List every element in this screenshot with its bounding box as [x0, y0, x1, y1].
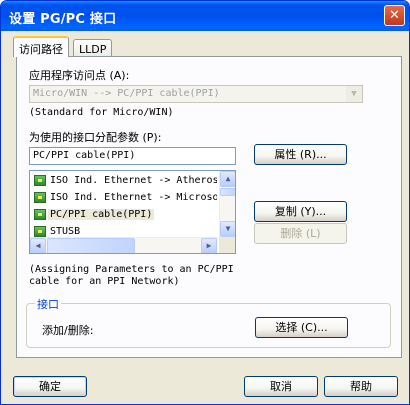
tab-access-path-label: 访问路径 [19, 43, 63, 56]
ok-button-label: 确定 [39, 380, 61, 393]
delete-button[interactable]: 删除 (L) [254, 223, 347, 244]
access-point-description: (Standard for Micro/WIN) [29, 107, 174, 118]
window-title: 设置 PG/PC 接口 [9, 12, 117, 27]
cancel-button-label: 取消 [270, 380, 292, 393]
list-item[interactable]: ISO Ind. Ethernet -> Microsoft [32, 190, 217, 206]
tab-lldp-label: LLDP [79, 43, 107, 56]
list-item-label: PC/PPI cable(PPI) [48, 209, 155, 220]
title-bar[interactable]: 设置 PG/PC 接口 ✕ [1, 1, 409, 31]
interface-card-icon [34, 192, 46, 203]
access-path-panel: 应用程序访问点 (A): Micro/WIN --> PC/PPI cable(… [16, 56, 402, 358]
scroll-up-button[interactable]: ▲ [220, 171, 235, 187]
interface-group-title: 接口 [35, 296, 61, 312]
add-remove-label: 添加/删除: [42, 324, 94, 337]
ok-button[interactable]: 确定 [13, 376, 87, 397]
properties-button[interactable]: 属性 (R)... [254, 144, 347, 165]
access-point-combo[interactable]: Micro/WIN --> PC/PPI cable(PPI) ▼ [29, 85, 363, 103]
access-point-label: 应用程序访问点 (A): [29, 69, 130, 82]
scroll-left-icon: ◀ [35, 241, 41, 250]
scroll-corner [219, 237, 235, 253]
interface-card-icon [34, 226, 46, 237]
list-item-label: ISO Ind. Ethernet -> Atheros [50, 175, 217, 186]
vertical-scroll-thumb[interactable] [220, 188, 235, 196]
horizontal-scroll-thumb[interactable] [47, 238, 135, 253]
list-item-selected[interactable]: PC/PPI cable(PPI) [32, 207, 217, 223]
select-button-label: 选择 (C)... [275, 321, 328, 334]
dialog-window: 设置 PG/PC 接口 ✕ 访问路径 LLDP 应用程序访问点 (A): Mic… [0, 0, 410, 405]
copy-button-label: 复制 (Y)... [274, 205, 327, 218]
tab-access-path[interactable]: 访问路径 [13, 36, 69, 57]
list-item[interactable]: ISO Ind. Ethernet -> Atheros [32, 173, 217, 189]
close-button[interactable]: ✕ [384, 5, 405, 26]
interface-params-value: PC/PPI cable(PPI) [33, 150, 136, 161]
close-icon: ✕ [389, 8, 400, 23]
list-description-line-2: cable for an PPI Network) [29, 276, 180, 287]
scroll-left-button[interactable]: ◀ [30, 238, 46, 253]
list-item-label: STUSB [50, 226, 81, 237]
chevron-down-icon: ▼ [346, 86, 362, 102]
interface-listbox[interactable]: ISO Ind. Ethernet -> Atheros ISO Ind. Et… [29, 170, 236, 254]
select-button[interactable]: 选择 (C)... [255, 317, 348, 338]
interface-params-field[interactable]: PC/PPI cable(PPI) [29, 147, 236, 165]
delete-button-label: 删除 (L) [280, 227, 321, 240]
scroll-right-icon: ▶ [206, 241, 212, 250]
tab-lldp[interactable]: LLDP [73, 39, 113, 56]
properties-button-label: 属性 (R)... [274, 148, 327, 161]
interface-group: 接口 添加/删除: 选择 (C)... [26, 296, 391, 348]
list-description-line-1: (Assigning Parameters to an PC/PPI [29, 264, 234, 275]
cancel-button[interactable]: 取消 [244, 376, 318, 397]
scroll-right-button[interactable]: ▶ [201, 238, 217, 253]
access-point-value: Micro/WIN --> PC/PPI cable(PPI) [33, 88, 220, 99]
copy-button[interactable]: 复制 (Y)... [254, 201, 347, 222]
help-button[interactable]: 帮助 [324, 376, 398, 397]
help-button-label: 帮助 [350, 380, 372, 393]
scroll-down-icon: ▼ [225, 224, 231, 233]
horizontal-scrollbar[interactable]: ◀ ▶ [30, 237, 218, 253]
scroll-up-icon: ▲ [225, 174, 231, 183]
list-item-label: ISO Ind. Ethernet -> Microsoft [50, 192, 217, 203]
interface-card-icon [34, 209, 46, 220]
scroll-down-button[interactable]: ▼ [220, 221, 235, 237]
interface-card-icon [34, 175, 46, 186]
vertical-scrollbar[interactable]: ▲ ▼ [219, 171, 235, 237]
interface-params-label: 为使用的接口分配参数 (P): [29, 131, 162, 144]
